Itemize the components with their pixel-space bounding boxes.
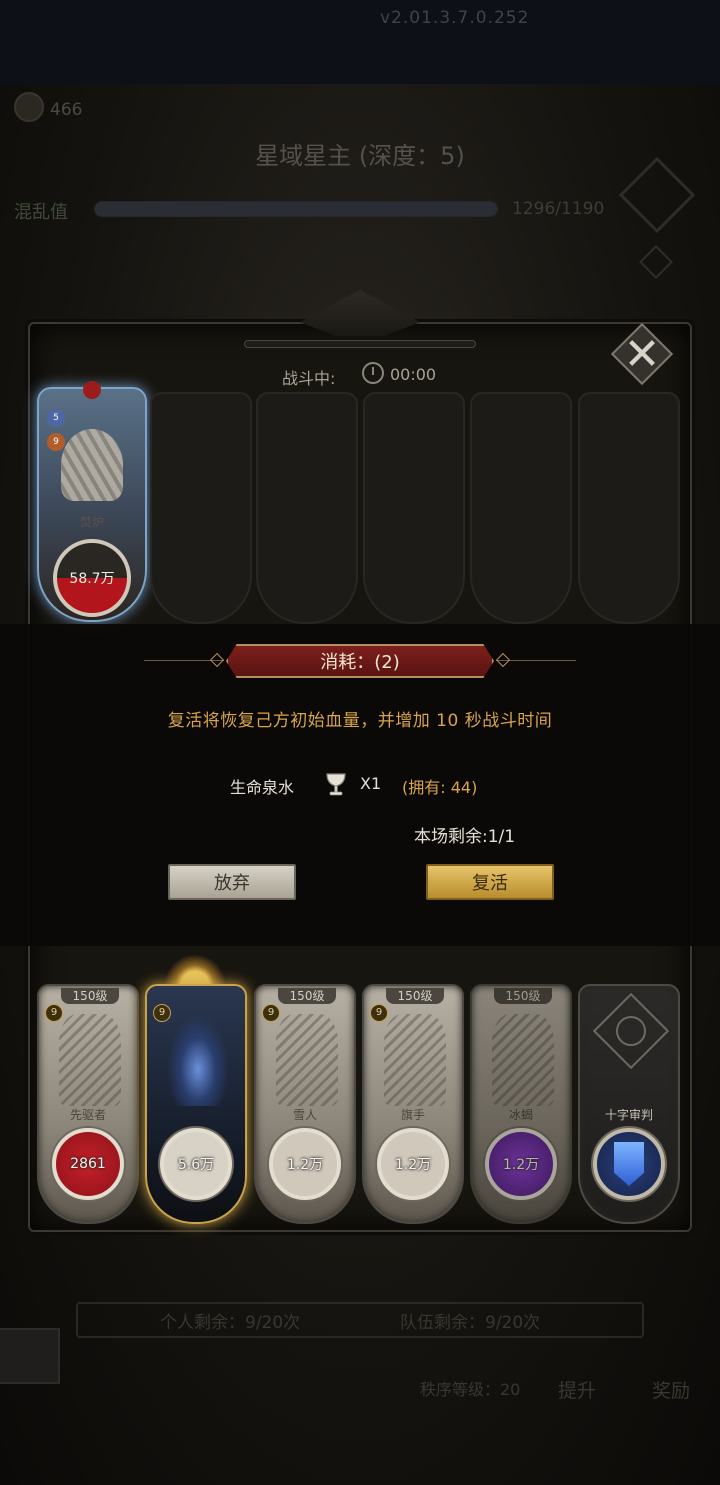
furnace-portrait — [61, 429, 123, 501]
hero-level: 150级 — [494, 988, 552, 1004]
battle-timer: 00:00 — [390, 365, 437, 384]
chaos-bar-fill — [95, 202, 497, 216]
chaos-bar — [94, 201, 498, 217]
skull-currency-icon — [14, 92, 44, 122]
cost-banner: 消耗：(2) — [226, 644, 494, 678]
hero-hp-orb: 1.2万 — [269, 1128, 341, 1200]
back-arrow-icon — [0, 1328, 60, 1384]
remaining-revives: 本场剩余:1/1 — [414, 827, 516, 847]
diamond-ornament — [209, 652, 225, 668]
hero-star-badge: 9 — [153, 1004, 171, 1022]
chaos-label: 混乱值 — [14, 202, 68, 223]
revive-description: 复活将恢复己方初始血量，并增加 10 秒战斗时间 — [167, 711, 553, 731]
ally-badge-orange: 9 — [47, 433, 65, 451]
hero-hp-value: 5.6万 — [177, 1157, 215, 1173]
order-level: 秩序等级：20 — [420, 1380, 521, 1399]
item-owned: (拥有: 44) — [402, 778, 478, 797]
hero-card[interactable]: 150级 冰蝎 1.2万 — [470, 984, 572, 1224]
hero-card[interactable]: 150级 9 雪人 1.2万 — [254, 984, 356, 1224]
stage-title: 星域星主 (深度：5) — [255, 142, 465, 170]
hero-name: 雪人 — [292, 1108, 317, 1122]
hero-portrait — [167, 1014, 229, 1106]
hero-name: 旗手 — [400, 1108, 425, 1122]
skill-name: 十字审判 — [604, 1108, 653, 1122]
personal-attempts: 个人剩余：9/20次 — [160, 1313, 301, 1333]
diamond-ornament — [495, 652, 511, 668]
ally-unit-card[interactable]: 5 9 焚炉 58.7万 — [37, 381, 147, 622]
hero-name: 冰蝎 — [508, 1108, 533, 1122]
hero-level: 150级 — [278, 988, 336, 1004]
hero-level: 150级 — [386, 988, 444, 1004]
hero-card[interactable]: 9 5.6万 — [145, 984, 247, 1224]
revive-button[interactable]: 复活 — [426, 864, 554, 900]
hero-star-badge: 9 — [370, 1004, 388, 1022]
ally-hp-orb: 58.7万 — [53, 539, 131, 617]
item-quantity: X1 — [360, 774, 382, 793]
hero-hp-value: 1.2万 — [502, 1157, 540, 1173]
hero-star-badge: 9 — [45, 1004, 63, 1022]
hero-hp-orb: 1.2万 — [377, 1128, 449, 1200]
upgrade-button: 提升 — [558, 1380, 597, 1402]
ally-name: 焚炉 — [79, 515, 104, 529]
hero-hp-value: 1.2万 — [286, 1157, 324, 1173]
hero-star-badge: 9 — [262, 1004, 280, 1022]
close-button[interactable]: ✕ — [610, 322, 674, 386]
hero-hp-orb: 2861 — [52, 1128, 124, 1200]
hero-hp-orb: 1.2万 — [485, 1128, 557, 1200]
hero-level: 150级 — [61, 988, 119, 1004]
empty-slot — [578, 392, 680, 624]
reward-button: 奖励 — [652, 1380, 691, 1402]
hero-hp-orb: 5.6万 — [160, 1128, 232, 1200]
cost-title: 消耗：(2) — [320, 652, 400, 673]
ally-hp-value: 58.7万 — [69, 571, 115, 587]
hero-name: 先驱者 — [69, 1108, 106, 1122]
team-attempts: 队伍剩余：9/20次 — [400, 1313, 541, 1333]
ally-badge-blue: 5 — [47, 409, 65, 427]
hero-card[interactable]: 150级 9 先驱者 2861 — [37, 984, 139, 1224]
chalice-icon — [326, 773, 346, 796]
hero-portrait — [384, 1014, 446, 1106]
battle-status-label: 战斗中: — [282, 369, 336, 388]
revive-dialog: 消耗：(2) 复活将恢复己方初始血量，并增加 10 秒战斗时间 生命泉水 X1 … — [0, 624, 720, 946]
top-bar: v2.01.3.7.0.252 — [0, 0, 720, 84]
version-label: v2.01.3.7.0.252 — [380, 8, 530, 28]
currency-amount: 466 — [50, 100, 83, 120]
cross-banner-icon — [614, 1142, 644, 1186]
close-icon: ✕ — [623, 328, 661, 380]
empty-slot — [150, 392, 252, 624]
give-up-button[interactable]: 放弃 — [168, 864, 296, 900]
panel-header-bar — [244, 340, 476, 348]
chaos-value: 1296/1190 — [512, 199, 605, 219]
debuff-icon — [83, 381, 101, 399]
hero-portrait — [492, 1014, 554, 1106]
empty-slot — [363, 392, 465, 624]
skill-card[interactable]: 十字审判 — [578, 984, 680, 1224]
hero-hp-value: 1.2万 — [394, 1157, 432, 1173]
item-name: 生命泉水 — [230, 778, 295, 797]
compass-emblem-ring — [616, 1016, 646, 1046]
hero-portrait — [59, 1014, 121, 1106]
hero-card[interactable]: 150级 9 旗手 1.2万 — [362, 984, 464, 1224]
clock-icon — [362, 362, 384, 384]
empty-slot — [470, 392, 572, 624]
hero-hp-value: 2861 — [70, 1156, 106, 1172]
empty-slot — [256, 392, 358, 624]
skill-orb[interactable] — [593, 1128, 665, 1200]
hero-portrait — [276, 1014, 338, 1106]
